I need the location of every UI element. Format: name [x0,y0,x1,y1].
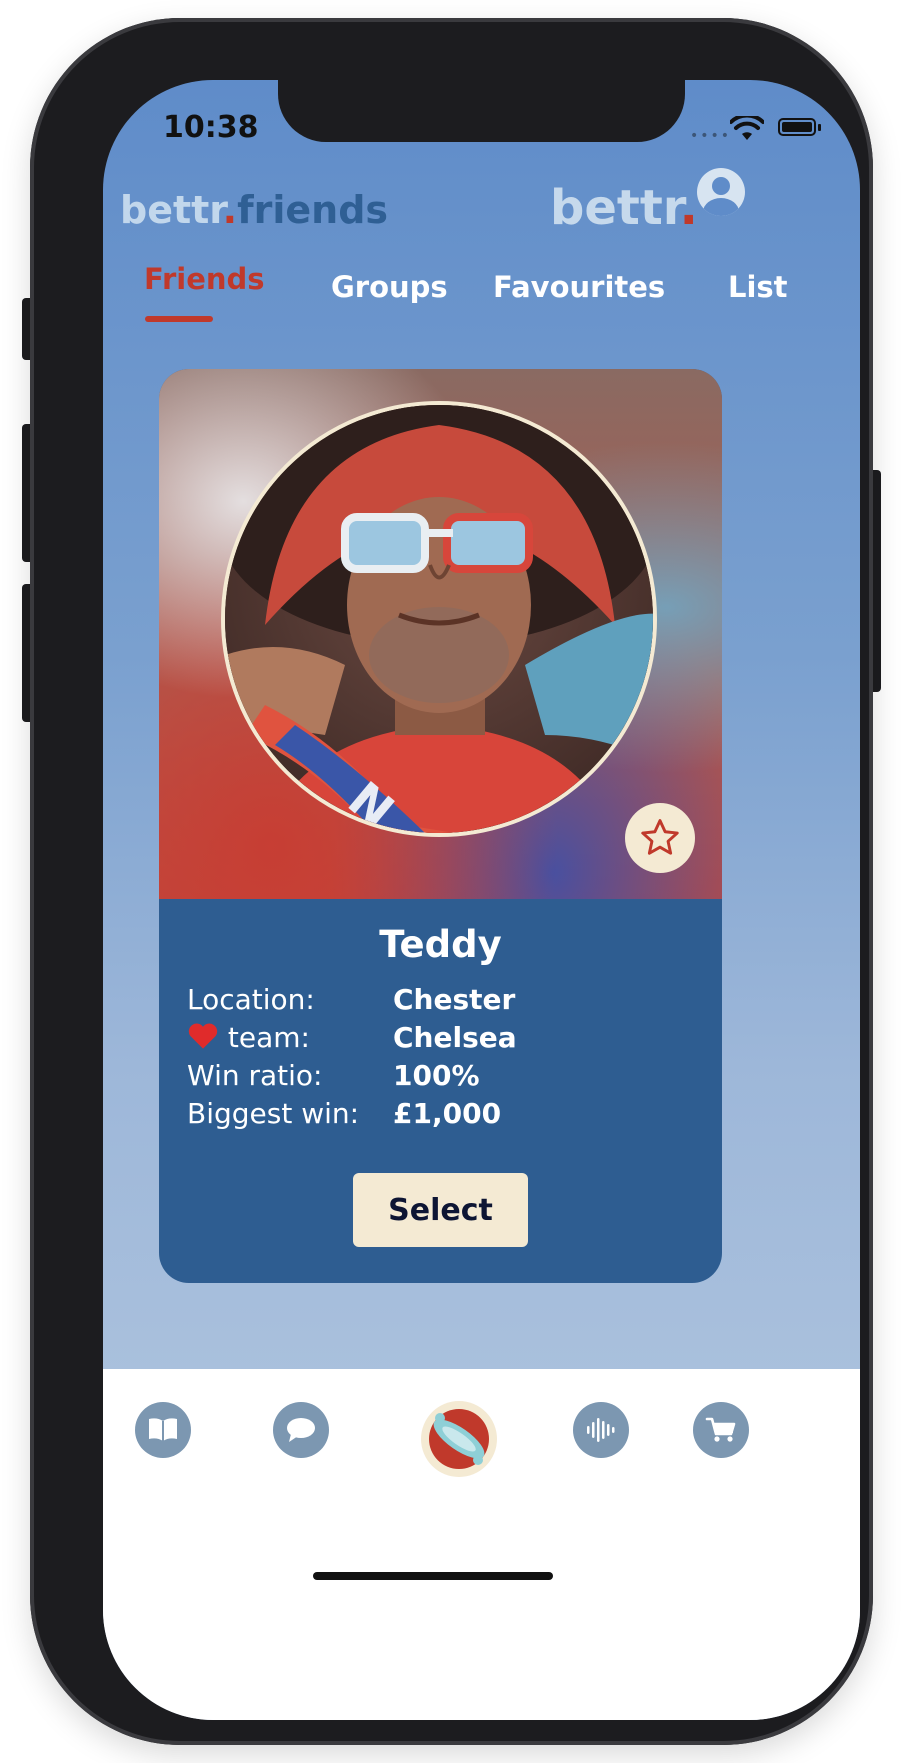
stat-label: Location: [187,983,315,1016]
friend-portrait-photo: N [221,401,657,837]
bottom-nav-bar [103,1369,860,1720]
profile-avatar-button[interactable] [697,168,745,216]
battery-icon [778,118,816,136]
stat-label: Win ratio: [187,1059,323,1092]
stat-value: Chelsea [393,1021,517,1054]
stat-value: £1,000 [393,1097,502,1130]
friend-card: N Teddy Location: Chester team: Chelsea … [159,369,722,1283]
logo-dot: . [222,188,238,232]
friend-name: Teddy [379,923,502,966]
portrait-illustration: N [225,405,653,833]
stat-value: Chester [393,983,516,1016]
friend-info-panel: Teddy Location: Chester team: Chelsea Wi… [159,899,722,1283]
friend-stats: Location: Chester team: Chelsea Win rati… [187,983,687,1135]
planet-logo-icon [429,1409,489,1469]
tab-list[interactable]: List [728,270,788,304]
logo-word-bettr: bettr [120,188,223,232]
nav-book-button[interactable] [135,1402,191,1458]
tab-friends[interactable]: Friends [144,262,265,296]
status-icons: •••• [690,114,821,144]
active-tab-indicator [145,316,213,322]
stat-label-team: team: [187,1021,310,1054]
nav-audio-button[interactable] [573,1402,629,1458]
phone-frame: 10:38 •••• bettr.friends bettr. Friends … [30,18,873,1745]
stat-label: Biggest win: [187,1097,360,1130]
card-photo-background: N [159,369,722,899]
nav-cart-button[interactable] [693,1402,749,1458]
tab-bar: Friends Groups Favourites List [103,262,860,340]
stat-row-location: Location: Chester [187,983,687,1021]
tab-favourites[interactable]: Favourites [493,270,665,304]
bettr-logo-text: bettr [550,180,680,236]
stat-row-win-ratio: Win ratio: 100% [187,1059,687,1097]
app-screen: 10:38 •••• bettr.friends bettr. Friends … [103,80,860,1720]
book-icon [149,1418,177,1441]
bettr-logo[interactable]: bettr. [550,180,698,236]
tab-groups[interactable]: Groups [331,270,448,304]
nav-chat-button[interactable] [273,1402,329,1458]
cellular-signal-icon: •••• [690,128,732,144]
audio-wave-icon [587,1418,615,1442]
nav-home-logo-button[interactable] [421,1401,497,1477]
user-icon-body [703,198,739,216]
bettr-logo-dot: . [679,180,698,236]
favourite-star-button[interactable] [625,803,695,873]
heart-icon [188,1023,218,1049]
stat-row-biggest-win: Biggest win: £1,000 [187,1097,687,1135]
app-title-logo: bettr.friends [120,188,388,232]
battery-tip [818,124,821,131]
home-indicator[interactable] [313,1572,553,1580]
wifi-icon [730,116,764,140]
star-outline-icon [641,819,679,855]
logo-word-friends: friends [237,188,389,232]
cart-icon [705,1417,736,1442]
status-time: 10:38 [163,110,259,145]
stat-row-team: team: Chelsea [187,1021,687,1059]
chat-bubble-icon [287,1418,315,1442]
select-button[interactable]: Select [353,1173,528,1247]
stat-label-text: team: [227,1021,310,1054]
notch [278,80,685,142]
stat-value: 100% [393,1059,480,1092]
user-icon [712,177,730,195]
